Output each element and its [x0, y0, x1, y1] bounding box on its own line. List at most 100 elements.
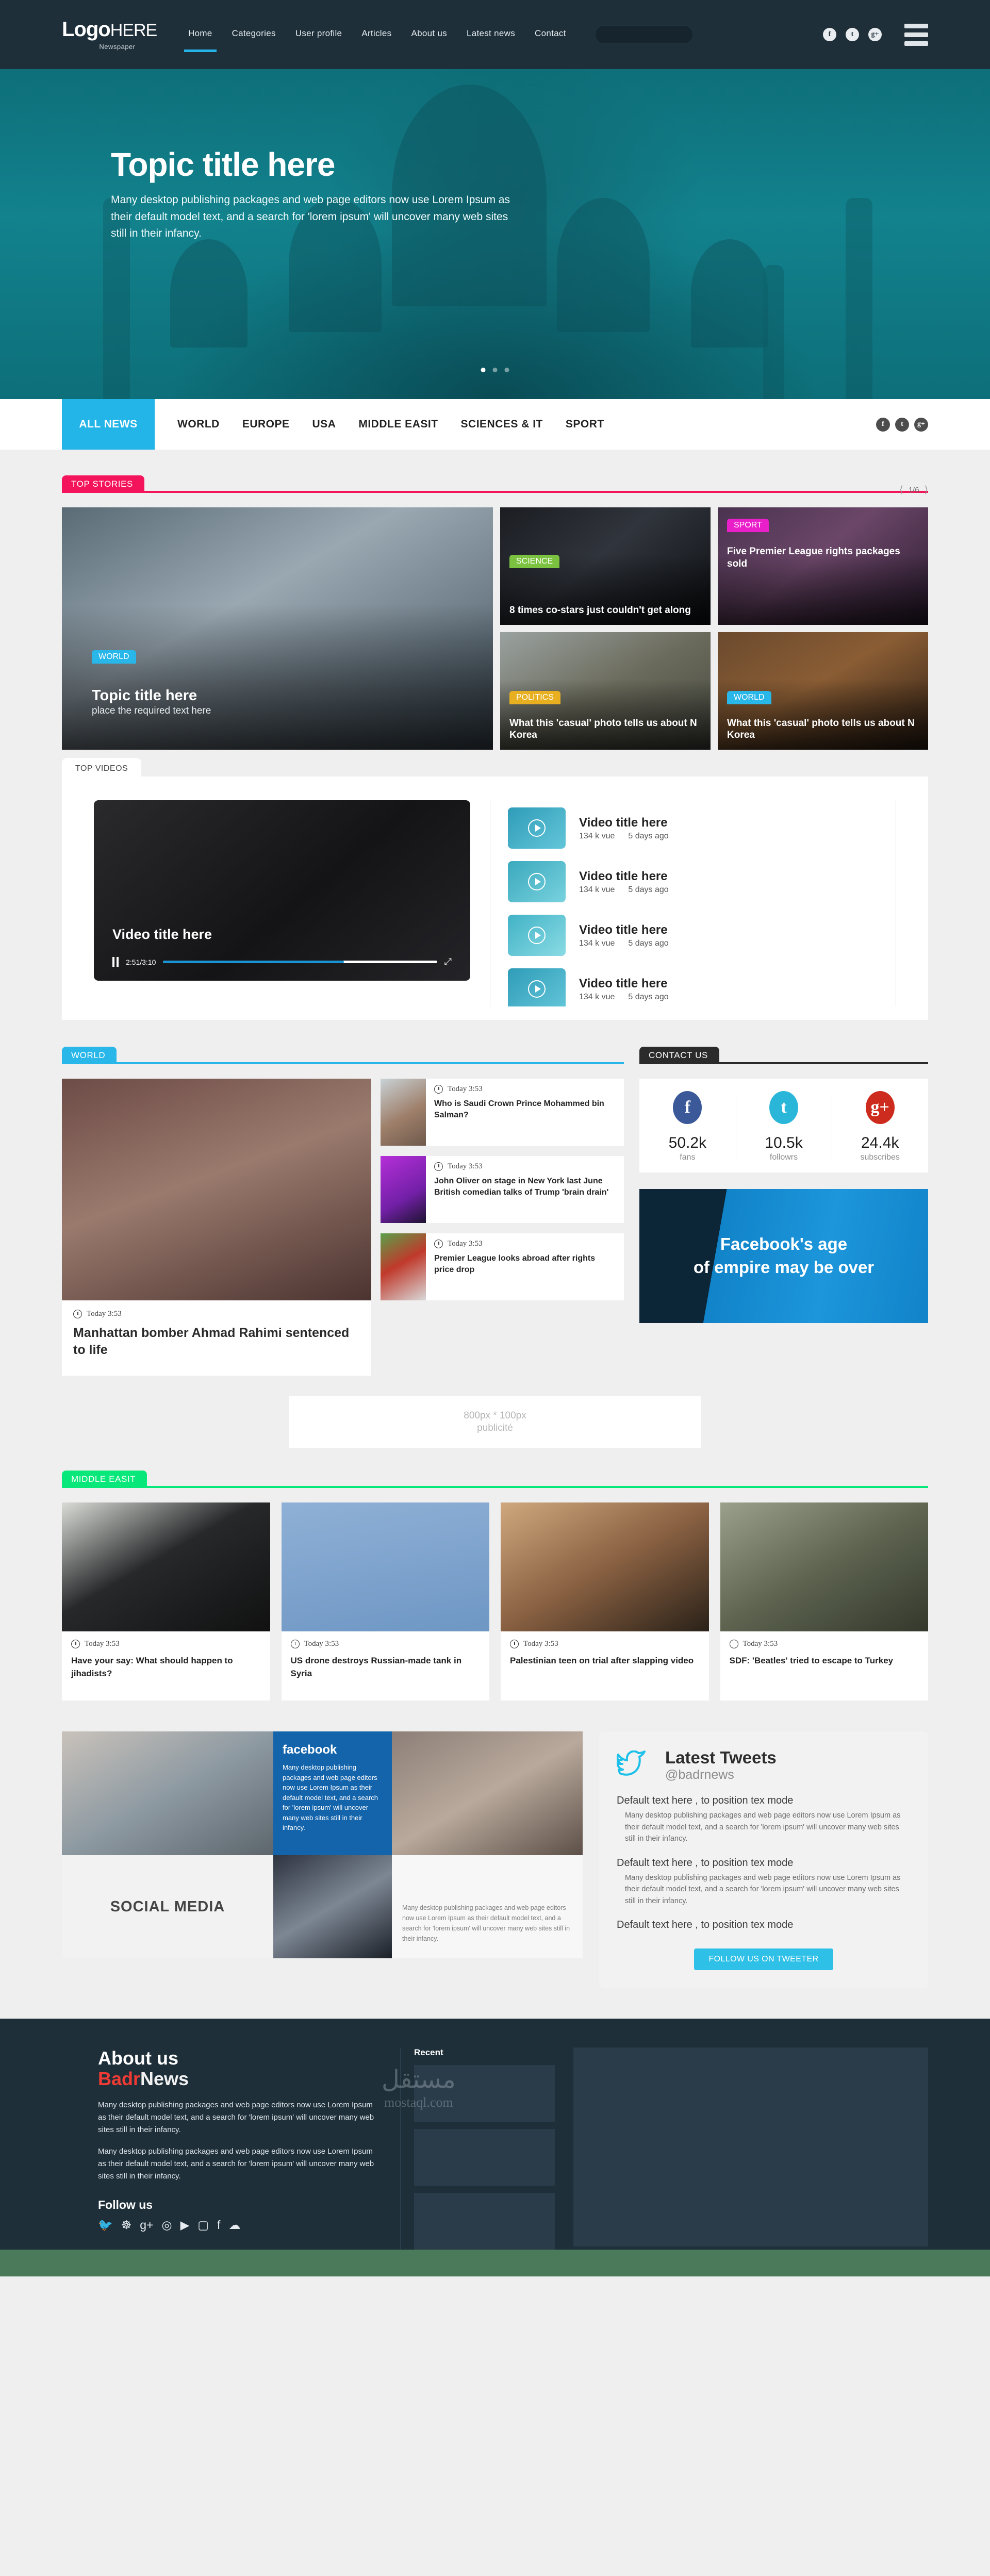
category-tab-europe[interactable]: EUROPE — [242, 418, 290, 431]
pause-icon[interactable] — [112, 957, 119, 967]
promo-banner-heading: Facebook's age of empire may be over — [639, 1189, 928, 1323]
twitter-icon[interactable]: 🐦 — [98, 2218, 113, 2232]
nav-item-contact[interactable]: Contact — [535, 28, 566, 41]
middle-east-rule — [62, 1486, 928, 1488]
instagram-icon[interactable]: ▢ — [197, 2218, 209, 2232]
news-card[interactable]: Today 3:53 Palestinian teen on trial aft… — [501, 1502, 709, 1701]
status-badge: POLITICS — [509, 691, 560, 704]
category-tab-usa[interactable]: USA — [312, 418, 336, 431]
play-icon[interactable] — [528, 873, 546, 890]
tab-top-videos[interactable]: TOP VIDEOS — [62, 758, 142, 780]
soundcloud-icon[interactable]: ☁ — [228, 2218, 240, 2232]
list-item[interactable]: Video title here 134 k vue 5 days ago — [508, 807, 896, 849]
category-tab-all-news[interactable]: ALL NEWS — [62, 399, 155, 450]
footer-wide-block[interactable] — [573, 2047, 928, 2247]
nav-item-about-us[interactable]: About us — [411, 28, 447, 41]
nav-item-user-profile[interactable]: User profile — [295, 28, 342, 41]
hamburger-menu-icon[interactable] — [904, 23, 928, 46]
site-logo[interactable]: LogoHERE Newspaper — [62, 19, 173, 51]
vimeo-icon[interactable]: ▶ — [180, 2218, 190, 2232]
top-story-card[interactable]: SCIENCE 8 times co-stars just couldn't g… — [500, 507, 711, 625]
list-item[interactable]: Today 3:53 Premier League looks abroad a… — [381, 1233, 624, 1300]
watermark: مستقل mostaql.com — [382, 2065, 456, 2110]
world-and-contact-row: WORLD Today 3:53 Manhattan bomber Ahmad … — [62, 1047, 928, 1376]
google-plus-icon[interactable]: g+ — [140, 2218, 153, 2232]
stat-google-plus[interactable]: g+ 24.4k subscribes — [832, 1091, 928, 1162]
list-item[interactable]: Video title here 134 k vue 5 days ago — [508, 968, 896, 1006]
facebook-icon[interactable]: f — [217, 2218, 220, 2232]
tweet-item[interactable]: Default text here , to position tex mode… — [617, 1857, 911, 1907]
category-tab-world[interactable]: WORLD — [177, 418, 220, 431]
footer-recent-thumb[interactable] — [414, 2193, 555, 2250]
top-story-main-card[interactable]: WORLD Topic title here place the require… — [62, 507, 493, 750]
play-icon[interactable] — [528, 980, 546, 998]
list-item[interactable]: Today 3:53 John Oliver on stage in New Y… — [381, 1156, 624, 1223]
next-arrow-icon[interactable]: ⟩ — [925, 484, 928, 496]
tweets-handle[interactable]: @badrnews — [665, 1768, 777, 1782]
tweet-item[interactable]: Default text here , to position tex mode — [617, 1919, 911, 1931]
ad-label: publicité — [477, 1423, 513, 1433]
social-stats: f 50.2k fans t 10.5k followrs g+ 24.4k s… — [639, 1079, 928, 1173]
top-story-card[interactable]: POLITICS What this 'casual' photo tells … — [500, 632, 711, 750]
video-thumbnail[interactable] — [508, 915, 566, 956]
google-plus-icon[interactable]: g+ — [914, 417, 928, 432]
nav-item-home[interactable]: Home — [184, 28, 217, 52]
category-tab-sport[interactable]: SPORT — [566, 418, 604, 431]
video-player[interactable]: Video title here 2:51/3:10 ⤢ — [94, 800, 470, 981]
facebook-icon[interactable]: f — [823, 28, 836, 41]
social-image-network[interactable] — [273, 1855, 392, 1959]
search-input[interactable] — [595, 25, 693, 44]
video-thumbnail[interactable] — [508, 807, 566, 849]
google-plus-icon[interactable]: g+ — [868, 28, 882, 41]
twitter-icon[interactable]: t — [846, 28, 859, 41]
hero-dot-1[interactable] — [481, 368, 486, 372]
facebook-icon[interactable]: f — [876, 417, 890, 432]
spotify-icon[interactable]: ◎ — [162, 2218, 172, 2232]
timestamp-text: Today 3:53 — [85, 1640, 120, 1648]
category-tab-sciences-it[interactable]: SCIENCES & IT — [461, 418, 543, 431]
twitter-icon[interactable]: t — [895, 417, 909, 432]
advertisement-placeholder[interactable]: 800px * 100px publicité — [289, 1396, 701, 1448]
play-icon[interactable] — [528, 927, 546, 944]
social-image-laptop[interactable] — [392, 1731, 583, 1856]
snapchat-icon[interactable]: ☸ — [121, 2218, 132, 2232]
video-age: 5 days ago — [628, 992, 669, 1001]
social-media-block: facebook Many desktop publishing package… — [62, 1731, 583, 1988]
hero-dot-3[interactable] — [504, 368, 509, 372]
tweet-headline: Default text here , to position tex mode — [617, 1857, 794, 1869]
social-image-designer[interactable] — [62, 1731, 273, 1856]
top-story-card[interactable]: WORLD What this 'casual' photo tells us … — [718, 632, 928, 750]
fullscreen-icon[interactable]: ⤢ — [444, 956, 452, 967]
video-thumbnail[interactable] — [508, 968, 566, 1006]
list-item[interactable]: Today 3:53 Who is Saudi Crown Prince Moh… — [381, 1079, 624, 1146]
video-thumbnail[interactable] — [508, 861, 566, 902]
news-card[interactable]: Today 3:53 SDF: 'Beatles' tried to escap… — [720, 1502, 928, 1701]
list-item[interactable]: Video title here 134 k vue 5 days ago — [508, 861, 896, 902]
nav-item-categories[interactable]: Categories — [232, 28, 276, 41]
video-progress-slider[interactable] — [163, 961, 437, 963]
play-icon[interactable] — [528, 819, 546, 837]
prev-arrow-icon[interactable]: ⟨ — [899, 484, 903, 496]
stat-facebook[interactable]: f 50.2k fans — [639, 1091, 736, 1162]
category-tab-middle-east[interactable]: MIDDLE EASIT — [358, 418, 438, 431]
world-feature-card[interactable]: Today 3:53 Manhattan bomber Ahmad Rahimi… — [62, 1079, 371, 1376]
world-feature-title: Manhattan bomber Ahmad Rahimi sentenced … — [73, 1326, 350, 1357]
hero-dot-2[interactable] — [492, 368, 498, 372]
follow-on-twitter-button[interactable]: FOLLOW US ON TWEETER — [694, 1948, 833, 1971]
footer-recent-thumb[interactable] — [414, 2129, 555, 2186]
top-story-card[interactable]: SPORT Five Premier League rights package… — [718, 507, 928, 625]
hero-slider-dots[interactable] — [481, 368, 509, 372]
top-stories-pager[interactable]: ⟨ 1/6 ⟩ — [899, 484, 928, 496]
news-card[interactable]: Today 3:53 Have your say: What should ha… — [62, 1502, 270, 1701]
stat-twitter[interactable]: t 10.5k followrs — [735, 1091, 832, 1162]
social-facebook-panel[interactable]: facebook Many desktop publishing package… — [273, 1731, 392, 1856]
facebook-promo-banner[interactable]: Facebook's age of empire may be over — [639, 1189, 928, 1323]
video-playlist: Video title here 134 k vue 5 days ago Vid… — [490, 800, 896, 1006]
nav-item-latest-news[interactable]: Latest news — [467, 28, 515, 41]
social-and-tweets-row: facebook Many desktop publishing package… — [62, 1731, 928, 2019]
news-card[interactable]: Today 3:53 US drone destroys Russian-mad… — [281, 1502, 489, 1701]
footer-paragraph-1: Many desktop publishing packages and web… — [98, 2101, 374, 2135]
tweet-item[interactable]: Default text here , to position tex mode… — [617, 1795, 911, 1844]
nav-item-articles[interactable]: Articles — [361, 28, 391, 41]
list-item[interactable]: Video title here 134 k vue 5 days ago — [508, 915, 896, 956]
